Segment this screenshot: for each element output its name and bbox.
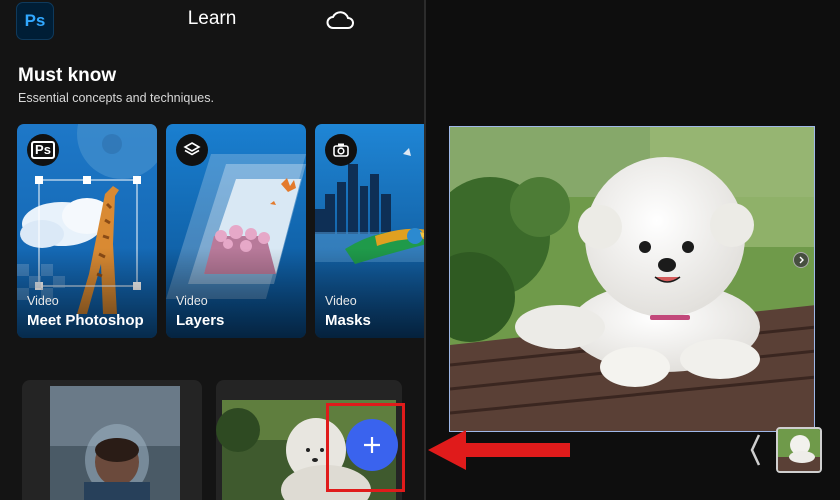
card-meet-photoshop[interactable]: Ps Video Meet Photoshop [17,124,157,338]
plus-icon [364,437,380,453]
camera-icon [325,134,357,166]
layers-icon [176,134,208,166]
page-title: Learn [187,8,237,29]
chevron-right-icon[interactable] [793,252,809,268]
add-button[interactable] [346,419,398,471]
white-dog-on-bench-photo [450,127,814,431]
learn-screen: Ps Learn Must know Essential concepts an… [0,0,424,500]
dog-thumbnail[interactable] [776,427,822,473]
arrow-left-icon [428,430,573,475]
section-title: Must know [18,65,117,86]
recent-file-card[interactable] [22,380,202,500]
ps-icon: Ps [27,134,59,166]
card-title: Masks [325,312,371,329]
card-masks[interactable]: Video Masks [315,124,424,338]
card-title: Layers [176,312,225,329]
card-type-label: Video [325,294,357,308]
card-title: Meet Photoshop [27,312,144,329]
card-type-label: Video [27,294,59,308]
badge-label: Ps [31,141,55,159]
card-type-label: Video [176,294,208,308]
card-layers[interactable]: Video Layers [166,124,306,338]
section-subtitle: Essential concepts and techniques. [18,91,214,105]
chevron-left-icon[interactable] [748,433,762,472]
recent-photo-child [50,386,180,500]
cloud-icon[interactable] [325,8,355,37]
image-canvas[interactable] [449,126,815,432]
